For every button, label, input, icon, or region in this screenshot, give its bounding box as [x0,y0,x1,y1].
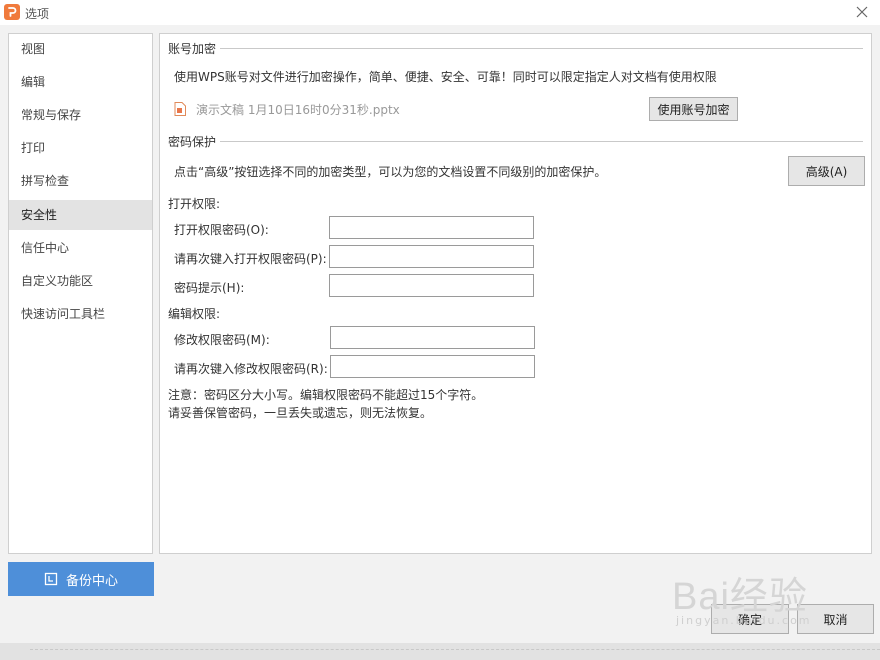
open-permission-heading: 打开权限: [168,197,221,211]
password-protect-section-header: 密码保护 [168,133,863,150]
ok-button[interactable]: 确定 [711,604,789,634]
close-icon[interactable] [852,2,872,22]
pptx-file-icon [174,102,186,116]
open-password-input[interactable] [329,216,534,239]
account-encrypt-section-header: 账号加密 [168,40,863,57]
open-password-confirm-input[interactable] [329,245,534,268]
sidebar-item-print[interactable]: 打印 [9,133,152,163]
edit-permission-heading: 编辑权限: [168,307,221,321]
account-encrypt-description: 使用WPS账号对文件进行加密操作，简单、便捷、安全、可靠！同时可以限定指定人对文… [174,70,717,84]
account-encrypt-button[interactable]: 使用账号加密 [649,97,738,121]
backup-icon [44,572,58,586]
sidebar-item-view[interactable]: 视图 [9,34,152,64]
password-protect-heading: 密码保护 [168,133,221,150]
edit-password-confirm-label: 请再次键入修改权限密码(R): [174,362,328,376]
wps-presentation-icon [4,4,20,20]
password-hint-label: 密码提示(H): [174,281,245,295]
background-strip [0,643,880,660]
divider [168,141,863,142]
security-panel: 账号加密 使用WPS账号对文件进行加密操作，简单、便捷、安全、可靠！同时可以限定… [159,33,872,554]
sidebar-item-spellcheck[interactable]: 拼写检查 [9,166,152,196]
current-file: 演示文稿 1月10日16时0分31秒.pptx [174,100,400,118]
sidebar-item-security[interactable]: 安全性 [9,200,152,230]
account-encrypt-heading: 账号加密 [168,40,221,57]
options-sidebar: 视图 编辑 常规与保存 打印 拼写检查 安全性 信任中心 自定义功能区 快速访问… [8,33,153,554]
window-title: 选项 [25,7,50,21]
password-protect-description: 点击“高级”按钮选择不同的加密类型，可以为您的文档设置不同级别的加密保护。 [174,165,607,179]
edit-password-confirm-input[interactable] [330,355,535,378]
backup-center-button[interactable]: 备份中心 [8,562,154,596]
open-password-label: 打开权限密码(O): [174,223,269,237]
password-note-line-1: 注意：密码区分大小写。编辑权限密码不能超过15个字符。 [168,388,484,402]
advanced-button[interactable]: 高级(A) [788,156,865,186]
dashed-divider [30,649,880,650]
sidebar-item-customize-ribbon[interactable]: 自定义功能区 [9,266,152,296]
backup-center-label: 备份中心 [65,573,118,589]
sidebar-item-trust-center[interactable]: 信任中心 [9,233,152,263]
sidebar-item-general-save[interactable]: 常规与保存 [9,100,152,130]
options-dialog: 选项 视图 编辑 常规与保存 打印 拼写检查 安全性 信任中心 自定义功能区 快… [0,0,880,643]
password-note-line-2: 请妥善保管密码，一旦丢失或遗忘，则无法恢复。 [168,406,433,420]
cancel-button[interactable]: 取消 [797,604,874,634]
sidebar-item-edit[interactable]: 编辑 [9,67,152,97]
sidebar-item-quick-access-toolbar[interactable]: 快速访问工具栏 [9,299,152,329]
file-name: 演示文稿 1月10日16时0分31秒.pptx [196,102,400,117]
edit-password-input[interactable] [330,326,535,349]
edit-password-label: 修改权限密码(M): [174,333,270,347]
open-password-confirm-label: 请再次键入打开权限密码(P): [174,252,327,266]
divider [168,48,863,49]
password-hint-input[interactable] [329,274,534,297]
title-bar: 选项 [0,0,880,25]
